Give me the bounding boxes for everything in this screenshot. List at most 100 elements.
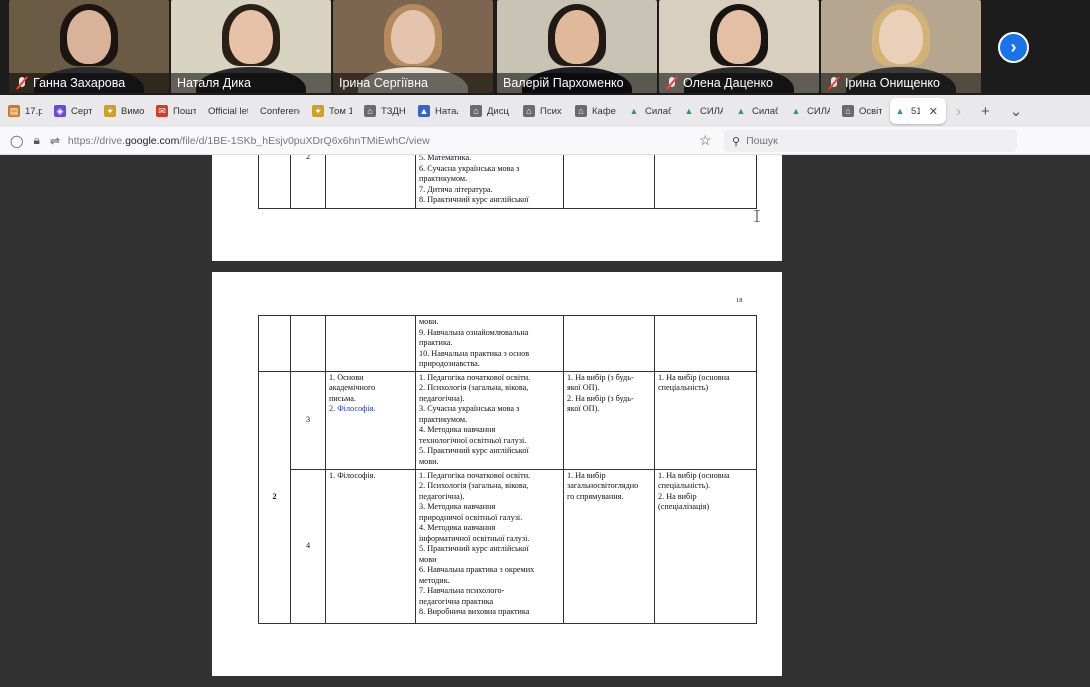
crest-icon: ✦ [104,105,116,117]
browser-tab[interactable]: ✦ Том 1 [308,98,360,124]
participant-tile[interactable]: Наталя Дика [171,0,331,93]
participant-name: Олена Даценко [683,76,774,90]
browser-tab[interactable]: ✉ Пошт [152,98,204,124]
tab-title: Official let [208,105,248,117]
pdf-icon: ▤ [8,105,20,117]
browser-tab[interactable]: ▲ 51. ✕ [890,98,946,124]
browser-tab[interactable]: ▲ Натал [414,98,466,124]
discipline-line: якої ОП). [567,404,600,413]
page-number: 18 [736,297,743,304]
drive-icon: ▲ [684,106,694,116]
browser-tab[interactable]: Conferenc [256,98,308,124]
discipline-line: спеціальність). [658,481,711,490]
semester-cell: 3 [290,370,326,470]
general-disciplines-cell: 1. Основи академічного письма. 2. Філософія… [325,370,416,470]
next-participants-button[interactable]: › [998,32,1029,63]
browser-tab[interactable]: ◈ Серт [50,98,100,124]
browser-tab[interactable]: ▲ Силаб [624,98,679,124]
drive-icon: ▲ [895,106,905,116]
discipline-line: письма. [329,393,356,403]
discipline-line: 3. Методика навчання [419,502,496,511]
participant-tile[interactable]: Ірина Онищенко [821,0,981,93]
browser-tab[interactable]: ✦ Вимо [100,98,152,124]
discipline-line: 5. Практичний курс англійської [419,446,529,455]
discipline-line: 6. Сучасна українська мова з [419,163,520,173]
tab-title: 17.pdf [25,105,42,117]
browser-nav-bar: ◯ 🔒︎ ⇌ https://drive.google.com/file/d/1… [0,127,1090,155]
video-participants-strip: Ганна Захарова Наталя Дика Ірина Сергіїв… [0,0,1090,95]
discipline-line: загальносвітоглядно [567,481,639,490]
participant-name: Ірина Онищенко [845,76,940,90]
general-disciplines-cell: 1. Філософія. [325,468,416,624]
discipline-line: 2. На вибір (з будь- [567,393,634,403]
study-plan-table-fragment: 2 5. Математика. 6. Сучасна українська мо… [258,155,757,209]
discipline-line: педагогічна практика [419,596,494,606]
professional-disciplines-cell: 5. Математика. 6. Сучасна українська мова… [415,155,564,209]
discipline-line: 4. Методика навчання [419,523,496,532]
tab-title: Силаб [645,105,671,117]
close-tab-icon[interactable]: ✕ [929,105,938,118]
tab-title: Дисц [487,105,509,117]
institution-icon: ⌂ [575,105,587,117]
discipline-line: практикумом. [419,414,468,424]
tab-title: Натал [435,105,458,117]
participant-tile[interactable]: Ганна Захарова [9,0,169,93]
tab-title: Том 1 [329,105,352,117]
search-box[interactable]: ⚲ [724,130,1017,152]
discipline-line: інформатичної освітньої галузі. [419,533,530,543]
search-input[interactable] [746,135,987,147]
discipline-line: методик. [419,575,450,585]
tab-title: СИЛА [700,105,723,117]
discipline-line: 1. На вибір (з будь- [567,372,634,382]
professional-disciplines-cell: мови. 9. Навчальна ознайомлювальна практик… [415,315,564,372]
browser-tab[interactable]: ▤ 17.pdf [4,98,50,124]
discipline-line: 5. Математика. [419,155,472,162]
discipline-line: якої ОП). [567,383,600,392]
browser-tab[interactable]: Official let [204,98,256,124]
browser-tab[interactable]: ⌂ ТЗДН [360,98,414,124]
shield-icon: ◈ [54,105,66,117]
discipline-line: 9. Навчальна ознайомлювальна [419,327,529,337]
discipline-line: (спеціалізація) [658,502,710,511]
participant-tile[interactable]: Ірина Сергіївна [333,0,493,93]
study-plan-table: мови. 9. Навчальна ознайомлювальна практик… [258,315,757,624]
institution-icon: ⌂ [364,105,376,117]
discipline-line: педагогічна). [419,491,465,501]
lock-icon[interactable]: 🔒︎ [33,133,39,148]
discipline-line: мови. [419,456,439,466]
address-field[interactable]: https://drive.google.com/file/d/1BE-1SKb… [68,135,430,147]
discipline-line: мови. [419,317,439,326]
browser-tab[interactable]: ⌂ Кафе [571,98,624,124]
discipline-line: 2. Психологія (загальна, вікова, [419,481,529,490]
philosophy-link[interactable]: 2. Філософія. [329,404,412,415]
document-page: 18 мови. 9. Навчальна ознайомлювальна прак… [212,272,782,676]
participant-name: Ірина Сергіївна [339,76,428,90]
shield-icon[interactable]: ◯ [10,134,23,148]
participant-tile[interactable]: Олена Даценко [659,0,819,93]
professional-disciplines-cell: 1. Педагогіка початкової освіти. 2. Психо… [415,468,564,624]
tab-list-chevron-icon[interactable]: ⌄ [1010,102,1023,120]
participant-tile[interactable]: Валерій Пархоменко [497,0,657,93]
browser-tab[interactable]: ⌂ Освіт [838,98,890,124]
page-settings-icon[interactable]: ⇌ [50,134,60,148]
scroll-tabs-icon[interactable]: › [956,103,961,120]
mail-icon: ✉ [156,105,168,117]
specialty-choice-cell: 1. На вибір (основна спеціальність) [654,370,757,470]
browser-tab[interactable]: ▲ Силаб [731,98,786,124]
browser-tab[interactable]: ▲ СИЛА [786,98,838,124]
browser-tab[interactable]: ⌂ Псих [519,98,571,124]
professional-disciplines-cell: 1. Педагогіка початкової освіти. 2. Психо… [415,370,564,470]
tab-title: Вимо [121,105,144,117]
browser-tab[interactable]: ⌂ Дисц [466,98,519,124]
mic-muted-icon [15,76,29,90]
discipline-line: практикумом. [419,174,468,183]
participant-name: Наталя Дика [177,76,251,90]
bookmark-star-icon[interactable]: ☆ [699,132,712,149]
text-cursor-icon [754,210,760,222]
discipline-line: 3. Сучасна українська мова з [419,404,520,413]
new-tab-button[interactable]: + [981,103,990,120]
discipline-line: 5. Практичний курс англійської [419,544,529,553]
browser-tab[interactable]: ▲ СИЛА [679,98,731,124]
tab-title: ТЗДН [381,105,406,117]
tab-title: Пошт [173,105,196,117]
